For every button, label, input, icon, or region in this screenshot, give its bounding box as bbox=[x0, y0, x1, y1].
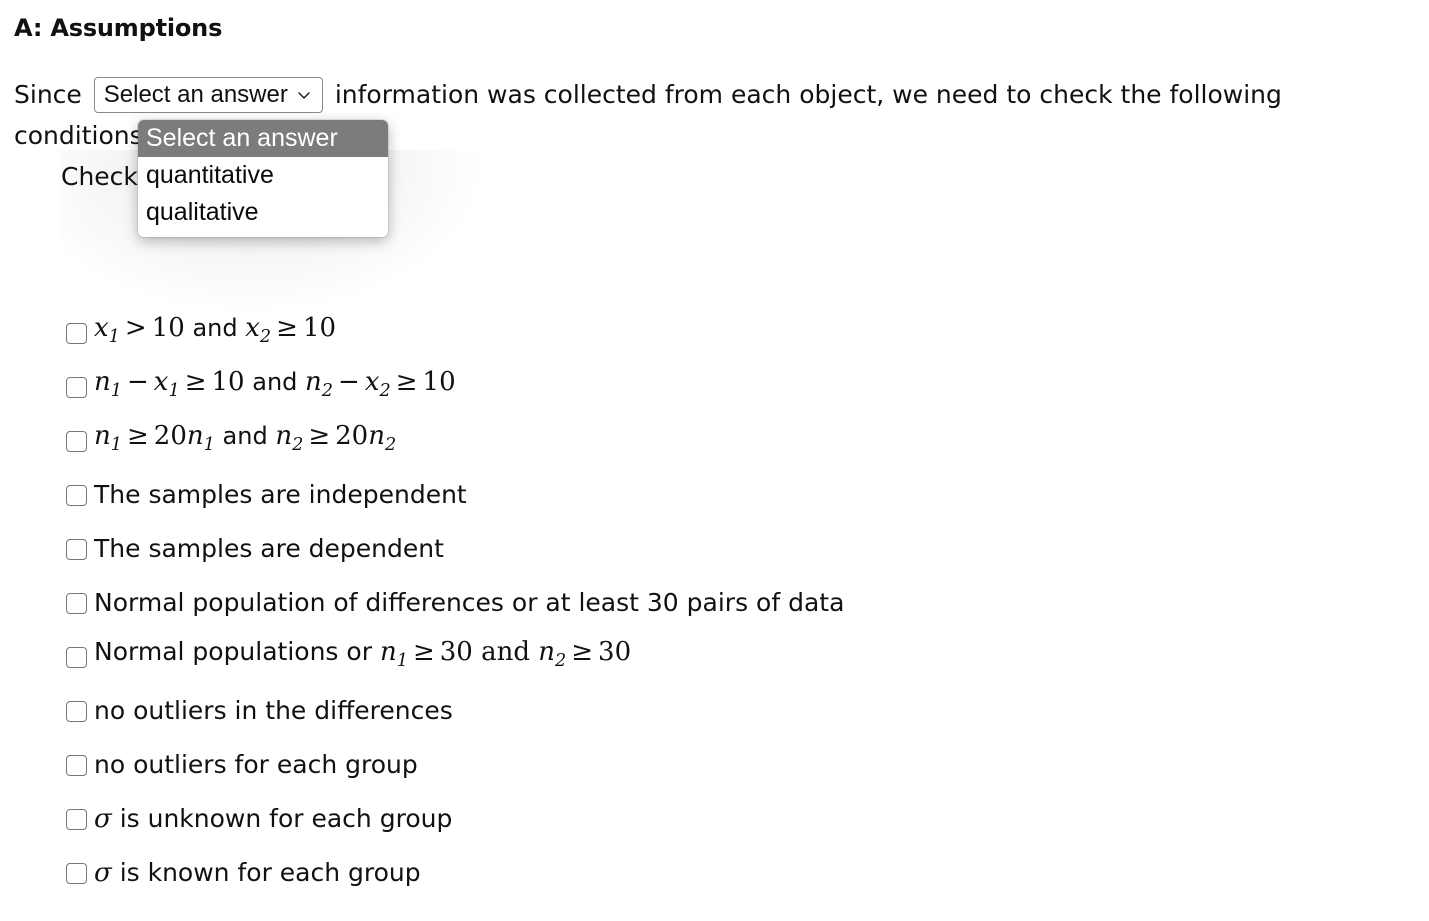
assumptions-checkbox-list: x1 >10 and x2 ≥10 n1− x1 ≥10 and n2− x2 ≥10 n1 ≥2… bbox=[66, 306, 1366, 900]
checkbox-cond-no-outliers-groups[interactable] bbox=[66, 754, 87, 776]
assumption-row: The samples are dependent bbox=[66, 522, 1366, 576]
label-cond-dependent: The samples are dependent bbox=[94, 534, 444, 563]
label-cond-independent: The samples are independent bbox=[94, 480, 467, 509]
label-cond-sigma-known: σ is known for each group bbox=[94, 858, 421, 888]
checkbox-cond-n1-minus-x1[interactable] bbox=[66, 376, 87, 398]
math-expression: n1 ≥20n1 and n2 ≥20n2 bbox=[94, 421, 397, 456]
label-cond-no-outliers-differences: no outliers in the differences bbox=[94, 696, 453, 725]
label-cond-n1-minus-x1: n1− x1 ≥10 and n2− x2 ≥10 bbox=[94, 367, 456, 406]
label-cond-sigma-unknown: σ is unknown for each group bbox=[94, 804, 453, 834]
assumption-row: Normal populations or n1 ≥30 and n2 ≥30 bbox=[66, 630, 1366, 684]
label-cond-n1-20n1: n1 ≥20n1 and n2 ≥20n2 bbox=[94, 421, 396, 460]
dropdown-option-select-an-answer[interactable]: Select an answer bbox=[138, 120, 388, 157]
dropdown-option-quantitative[interactable]: quantitative bbox=[138, 157, 388, 194]
dropdown-option-qualitative[interactable]: qualitative bbox=[138, 194, 388, 231]
data-type-select[interactable]: Select an answer bbox=[93, 77, 323, 113]
sigma-symbol: σ bbox=[94, 804, 112, 834]
assumption-row: no outliers in the differences bbox=[66, 684, 1366, 738]
checkbox-cond-x1-x2[interactable] bbox=[66, 322, 87, 344]
assumption-row: σ is unknown for each group bbox=[66, 792, 1366, 846]
intro-trailing-text: information was collected from each obje… bbox=[334, 80, 1282, 109]
checkbox-cond-independent[interactable] bbox=[66, 484, 87, 506]
checkbox-cond-normal-populations[interactable] bbox=[66, 646, 87, 668]
select-value: Select an answer bbox=[103, 81, 288, 108]
assumption-row: σ is known for each group bbox=[66, 846, 1366, 900]
chevron-down-icon bbox=[296, 87, 312, 103]
checkbox-cond-sigma-known[interactable] bbox=[66, 862, 87, 884]
math-expression: n1− x1 ≥10 and n2− x2 ≥10 bbox=[94, 367, 456, 402]
data-type-dropdown-list[interactable]: Select an answer quantitative qualitativ… bbox=[138, 120, 388, 237]
checkbox-cond-normal-differences[interactable] bbox=[66, 592, 87, 614]
label-cond-normal-populations: Normal populations or n1 ≥30 and n2 ≥30 bbox=[94, 637, 632, 672]
intro-since-text: Since bbox=[14, 80, 82, 109]
math-expression: n1 ≥30 and n2 ≥30 bbox=[379, 637, 632, 672]
intro-line-1: Since Select an answer information was c… bbox=[14, 74, 1414, 115]
intro-conditions-text: conditions bbox=[14, 121, 143, 150]
checkbox-cond-no-outliers-differences[interactable] bbox=[66, 700, 87, 722]
page-title: A: Assumptions bbox=[14, 14, 223, 42]
assumption-row: n1 ≥20n1 and n2 ≥20n2 bbox=[66, 414, 1366, 468]
label-cond-x1-x2: x1 >10 and x2 ≥10 bbox=[94, 313, 336, 352]
sigma-symbol: σ bbox=[94, 858, 112, 888]
math-expression: x1 >10 and x2 ≥10 bbox=[94, 313, 337, 348]
assumption-row: x1 >10 and x2 ≥10 bbox=[66, 306, 1366, 360]
checkbox-cond-n1-20n1[interactable] bbox=[66, 430, 87, 452]
label-cond-no-outliers-groups: no outliers for each group bbox=[94, 750, 418, 779]
label-cond-normal-differences: Normal population of differences or at l… bbox=[94, 588, 845, 617]
checkbox-cond-sigma-unknown[interactable] bbox=[66, 808, 87, 830]
assumption-row: Normal population of differences or at l… bbox=[66, 576, 1366, 630]
checkbox-cond-dependent[interactable] bbox=[66, 538, 87, 560]
assumption-row: n1− x1 ≥10 and n2− x2 ≥10 bbox=[66, 360, 1366, 414]
assumption-row: no outliers for each group bbox=[66, 738, 1366, 792]
assumption-row: The samples are independent bbox=[66, 468, 1366, 522]
